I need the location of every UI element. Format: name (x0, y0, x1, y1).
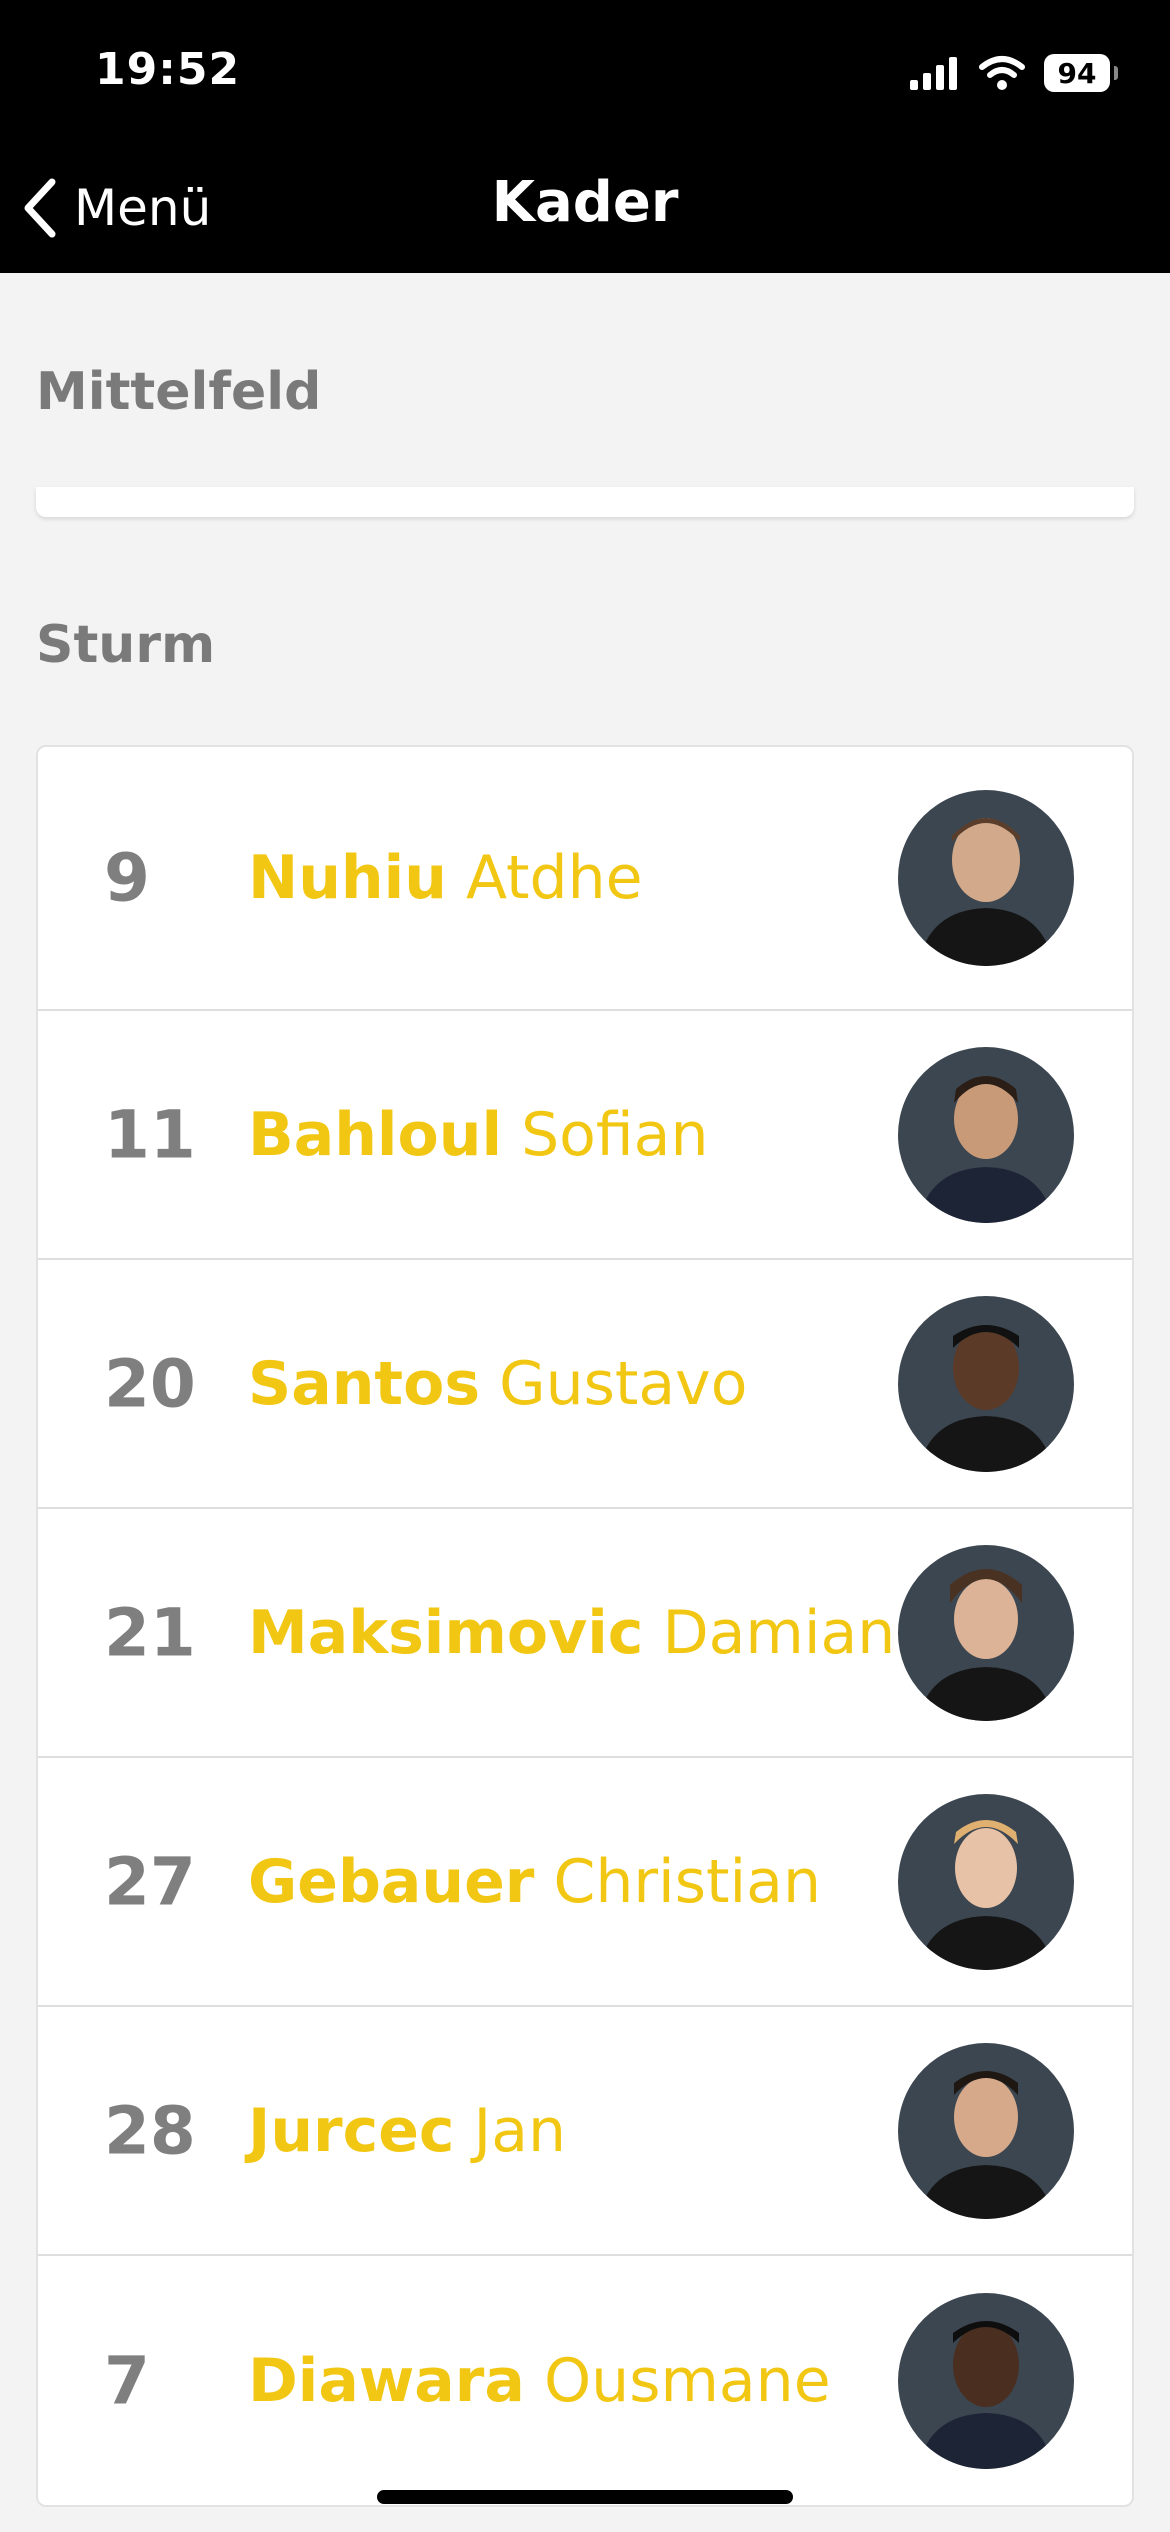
battery-icon: 94 (1044, 54, 1118, 92)
player-last-name: Nuhiu (248, 843, 447, 913)
player-photo-icon (918, 1075, 1054, 1223)
player-first-name: Sofian (521, 1099, 709, 1170)
player-first-name: Jan (473, 2095, 567, 2166)
player-photo-icon (918, 1568, 1054, 1721)
player-last-name: Santos (248, 1348, 481, 1419)
player-number: 9 (104, 839, 150, 917)
player-last-name: Gebauer (248, 1846, 535, 1917)
player-row[interactable]: 9 Nuhiu Atdhe (38, 747, 1132, 1011)
player-last-name: Diawara (248, 2345, 525, 2416)
home-indicator[interactable] (377, 2490, 793, 2504)
status-icons: 94 (910, 50, 1118, 96)
player-number: 28 (104, 2092, 196, 2169)
player-avatar (898, 1295, 1074, 1472)
player-name: Santos Gustavo (248, 1349, 747, 1419)
player-photo-icon (918, 1324, 1054, 1472)
player-name: Maksimovic Damian (248, 1598, 895, 1668)
player-number: 27 (104, 1843, 196, 1920)
player-avatar (898, 2292, 1074, 2469)
player-first-name: Damian (662, 1597, 896, 1668)
player-last-name: Maksimovic (248, 1597, 644, 1668)
player-avatar (898, 1793, 1074, 1970)
player-last-name: Bahloul (248, 1099, 503, 1170)
player-avatar (898, 790, 1074, 966)
player-row[interactable]: 21 Maksimovic Damian (38, 1509, 1132, 1758)
section-title-sturm: Sturm (36, 615, 216, 675)
player-first-name: Atdhe (466, 843, 643, 913)
player-first-name: Ousmane (543, 2345, 831, 2416)
player-photo-icon (918, 818, 1054, 966)
player-number: 11 (104, 1096, 196, 1173)
player-name: Bahloul Sofian (248, 1100, 708, 1170)
player-list: 9 Nuhiu Atdhe 11 Bahloul Sofian 20 Santo… (36, 745, 1134, 2507)
player-number: 7 (104, 2342, 150, 2419)
player-photo-icon (918, 2070, 1054, 2219)
player-name: Jurcec Jan (248, 2096, 566, 2166)
player-avatar (898, 2042, 1074, 2219)
top-bar: 19:52 94 Menü Kader (0, 0, 1170, 273)
player-row[interactable]: 27 Gebauer Christian (38, 1758, 1132, 2007)
section-title-mittelfeld: Mittelfeld (36, 362, 322, 422)
player-name: Gebauer Christian (248, 1847, 821, 1917)
player-avatar (898, 1544, 1074, 1721)
player-photo-icon (918, 2320, 1054, 2469)
mittelfeld-card-bottom (36, 487, 1134, 517)
player-row[interactable]: 7 Diawara Ousmane (38, 2256, 1132, 2505)
player-avatar (898, 1046, 1074, 1223)
player-row[interactable]: 11 Bahloul Sofian (38, 1011, 1132, 1260)
player-first-name: Christian (553, 1846, 821, 1917)
wifi-icon (979, 56, 1025, 90)
player-name: Nuhiu Atdhe (248, 843, 643, 913)
player-photo-icon (918, 1819, 1054, 1970)
player-last-name: Jurcec (248, 2095, 455, 2166)
signal-icon (910, 57, 957, 90)
status-time: 19:52 (95, 44, 241, 95)
player-row[interactable]: 28 Jurcec Jan (38, 2007, 1132, 2256)
player-number: 21 (104, 1594, 196, 1671)
player-name: Diawara Ousmane (248, 2346, 831, 2416)
player-row[interactable]: 20 Santos Gustavo (38, 1260, 1132, 1509)
player-first-name: Gustavo (499, 1348, 748, 1419)
page-title: Kader (491, 170, 679, 235)
player-number: 20 (104, 1345, 196, 1422)
